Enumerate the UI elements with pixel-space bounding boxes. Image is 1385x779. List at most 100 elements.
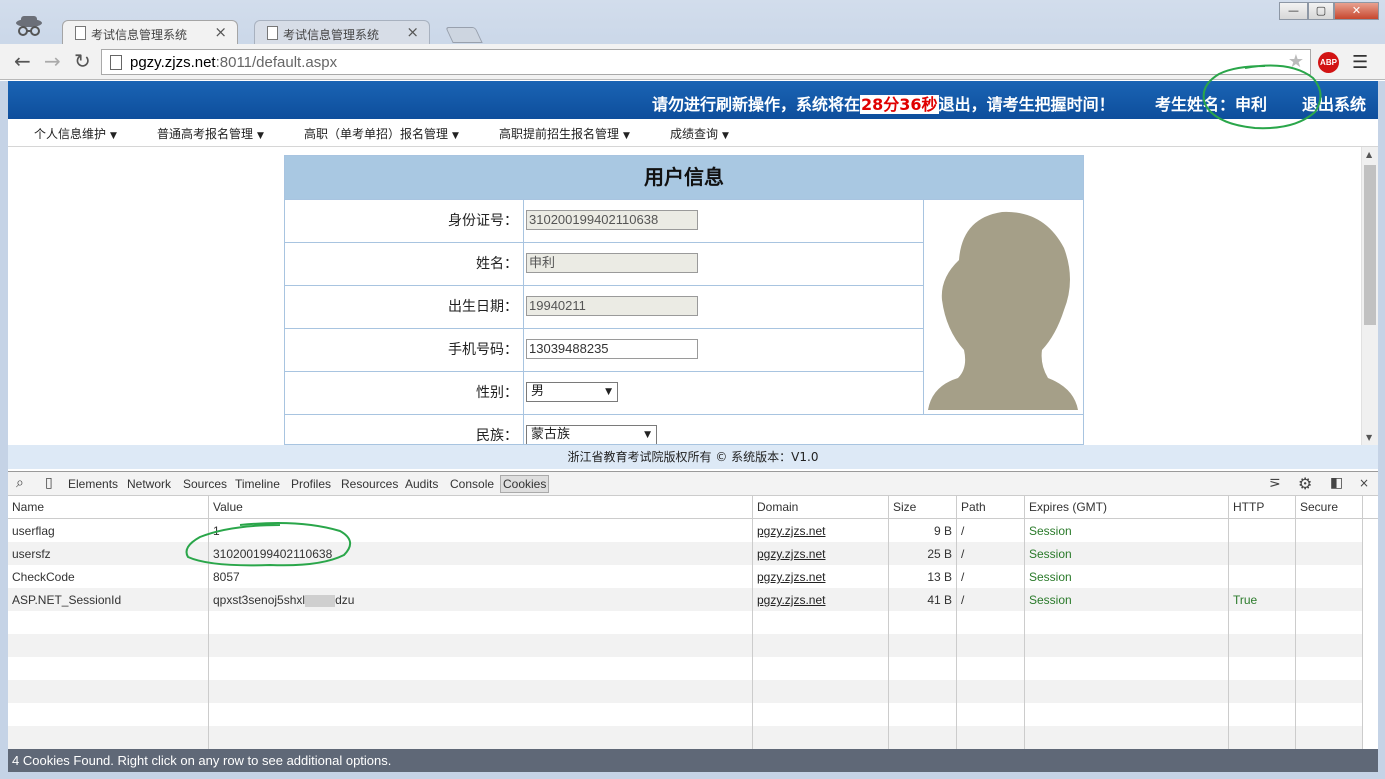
devtools-tab-console[interactable]: Console <box>450 477 494 491</box>
gender-select[interactable]: 男 ▼ <box>526 382 618 402</box>
cookie-domain: pgzy.zjzs.net <box>757 593 826 607</box>
cookie-domain: pgzy.zjzs.net <box>757 547 826 561</box>
cookie-path: / <box>961 524 965 538</box>
cookie-value: qpxst3senoj5shxl dzu <box>213 593 354 607</box>
column-divider <box>956 496 957 749</box>
table-row[interactable]: usersfz 310200199402110638 pgzy.zjzs.net… <box>8 542 1363 565</box>
bookmark-star-icon[interactable]: ★ <box>1288 51 1304 72</box>
gender-label: 性别： <box>285 372 524 414</box>
nav-label: 普通高考报名管理 <box>157 127 254 141</box>
cookie-expires: Session <box>1029 547 1072 561</box>
cookie-value: 1 <box>213 524 220 538</box>
gear-icon[interactable]: ⚙ <box>1298 474 1312 493</box>
scrollbar-thumb[interactable] <box>1364 165 1376 325</box>
caret-down-icon: ▼ <box>452 131 459 141</box>
console-drawer-icon[interactable]: ⋝ <box>1269 475 1281 491</box>
devtools-tab-resources[interactable]: Resources <box>341 477 398 491</box>
gender-value: 男 <box>531 384 545 399</box>
adblock-icon[interactable]: ABP <box>1318 52 1339 73</box>
maximize-button[interactable]: ▢ <box>1308 2 1334 20</box>
caret-down-icon: ▼ <box>722 131 729 141</box>
cookie-size: 9 B <box>933 524 952 538</box>
menu-icon[interactable]: ☰ <box>1352 52 1368 73</box>
ethnicity-label: 民族： <box>285 415 524 444</box>
tab-active[interactable]: 考试信息管理系统 × <box>62 20 238 44</box>
id-number-label: 身份证号： <box>285 200 524 242</box>
devtools-tab-network[interactable]: Network <box>127 477 171 491</box>
incognito-icon <box>16 16 42 36</box>
devtools-tab-sources[interactable]: Sources <box>183 477 227 491</box>
devtools-panel: ⌕ ▯ Elements Network Sources Timeline Pr… <box>8 471 1378 772</box>
refresh-notice: 请勿进行刷新操作，系统将在28分36秒退出，请考生把握时间！ <box>652 91 1115 115</box>
close-window-button[interactable]: ✕ <box>1334 2 1379 20</box>
user-info-card: 用户信息 身份证号： 310200199402110638 姓名： 申利 出生日… <box>284 155 1084 445</box>
phone-field[interactable]: 13039488235 <box>526 339 698 359</box>
url-path: :8011/default.aspx <box>215 54 338 71</box>
id-number-field[interactable]: 310200199402110638 <box>526 210 698 230</box>
cookie-name: CheckCode <box>12 570 75 584</box>
minimize-button[interactable]: — <box>1279 2 1308 20</box>
field-row-name: 姓名： 申利 <box>285 242 923 285</box>
nav-vocational-registration[interactable]: 高职（单考单招）报名管理 ▼ <box>304 125 459 142</box>
student-name-label: 考生姓名：申利 <box>1155 95 1268 114</box>
caret-down-icon: ▼ <box>257 131 264 141</box>
cookie-size: 13 B <box>927 570 952 584</box>
col-domain[interactable]: Domain <box>757 500 798 514</box>
devtools-status-bar: 4 Cookies Found. Right click on any row … <box>8 749 1378 772</box>
inspect-search-icon[interactable]: ⌕ <box>16 475 24 491</box>
table-row[interactable]: CheckCode 8057 pgzy.zjzs.net 13 B / Sess… <box>8 565 1363 588</box>
new-tab-button[interactable] <box>445 27 483 43</box>
name-field[interactable]: 申利 <box>526 253 698 273</box>
avatar <box>928 211 1078 410</box>
col-size[interactable]: Size <box>893 500 916 514</box>
col-expires[interactable]: Expires (GMT) <box>1029 500 1107 514</box>
devtools-tab-profiles[interactable]: Profiles <box>291 477 331 491</box>
col-value[interactable]: Value <box>213 500 243 514</box>
col-http[interactable]: HTTP <box>1233 500 1264 514</box>
nav-score-query[interactable]: 成绩查询 ▼ <box>670 125 729 142</box>
back-icon[interactable]: ← <box>14 51 31 71</box>
devtools-tab-elements[interactable]: Elements <box>68 477 118 491</box>
ethnicity-select[interactable]: 蒙古族 ▼ <box>526 425 657 444</box>
close-devtools-icon[interactable]: × <box>1359 476 1369 490</box>
col-secure[interactable]: Secure <box>1300 500 1338 514</box>
table-row[interactable]: userflag 1 pgzy.zjzs.net 9 B / Session <box>8 519 1363 542</box>
close-tab-icon[interactable]: × <box>406 23 419 41</box>
table-row-empty <box>8 657 1363 680</box>
dock-side-icon[interactable]: ◧ <box>1330 475 1343 491</box>
dropdown-arrow-icon: ▼ <box>605 387 612 397</box>
field-row-id: 身份证号： 310200199402110638 <box>285 199 923 242</box>
birthdate-field[interactable]: 19940211 <box>526 296 698 316</box>
devtools-tab-audits[interactable]: Audits <box>405 477 438 491</box>
tab-inactive[interactable]: 考试信息管理系统 × <box>254 20 430 44</box>
tab-title: 考试信息管理系统 <box>283 28 380 42</box>
url-host: pgzy.zjzs.net <box>130 54 216 71</box>
table-row[interactable]: ASP.NET_SessionId qpxst3senoj5shxl dzu pg… <box>8 588 1363 611</box>
scroll-down-icon[interactable]: ▼ <box>1366 433 1372 442</box>
cookie-table: userflag 1 pgzy.zjzs.net 9 B / Session u… <box>8 496 1378 749</box>
scroll-up-icon[interactable]: ▲ <box>1366 150 1372 159</box>
forward-icon[interactable]: → <box>44 51 61 71</box>
url-text[interactable]: pgzy.zjzs.net:8011/default.aspx <box>130 54 337 71</box>
field-row-phone: 手机号码： 13039488235 <box>285 328 923 371</box>
nav-early-admission[interactable]: 高职提前招生报名管理 ▼ <box>499 125 630 142</box>
logout-link[interactable]: 退出系统 <box>1302 91 1366 115</box>
cookie-expires: Session <box>1029 593 1072 607</box>
phone-label: 手机号码： <box>285 329 524 371</box>
close-tab-icon[interactable]: × <box>214 23 227 41</box>
nav-gaokao-registration[interactable]: 普通高考报名管理 ▼ <box>157 125 264 142</box>
tab-strip: 考试信息管理系统 × 考试信息管理系统 × — ▢ ✕ <box>0 0 1385 44</box>
col-name[interactable]: Name <box>12 500 44 514</box>
devtools-tab-timeline[interactable]: Timeline <box>235 477 280 491</box>
birthdate-label: 出生日期： <box>285 286 524 328</box>
notice-prefix: 请勿进行刷新操作，系统将在 <box>652 95 861 114</box>
photo-cell <box>923 199 1083 415</box>
col-path[interactable]: Path <box>961 500 986 514</box>
nav-personal-info[interactable]: 个人信息维护 ▼ <box>34 125 117 142</box>
address-bar[interactable]: pgzy.zjzs.net:8011/default.aspx ★ <box>101 49 1311 75</box>
page-scrollbar[interactable]: ▲ ▼ <box>1361 147 1378 445</box>
devtools-tab-cookies[interactable]: Cookies <box>500 475 550 493</box>
reload-icon[interactable]: ↻ <box>74 51 91 71</box>
device-mode-icon[interactable]: ▯ <box>45 475 53 491</box>
cookie-expires: Session <box>1029 570 1072 584</box>
